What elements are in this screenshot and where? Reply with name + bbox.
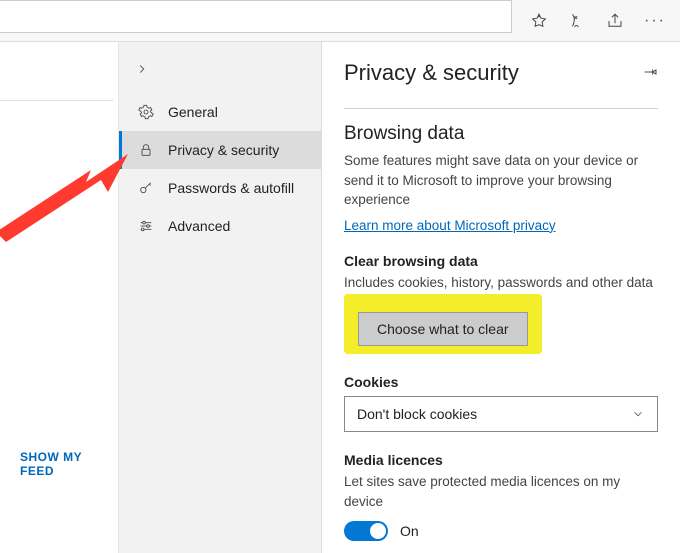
sliders-icon — [138, 218, 154, 234]
clear-data-desc: Includes cookies, history, passwords and… — [344, 273, 658, 293]
media-licences-desc: Let sites save protected media licences … — [344, 472, 658, 511]
share-icon[interactable] — [606, 12, 624, 30]
pin-icon[interactable] — [642, 64, 658, 83]
page-left-gutter: SHOW MY FEED — [0, 42, 119, 553]
cookies-heading: Cookies — [344, 374, 658, 390]
cookies-select[interactable]: Don't block cookies — [344, 396, 658, 432]
settings-sidebar: General Privacy & security Passwords & a… — [119, 42, 322, 553]
sidebar-item-advanced[interactable]: Advanced — [119, 207, 321, 245]
privacy-learn-more-link[interactable]: Learn more about Microsoft privacy — [344, 218, 556, 233]
sidebar-item-privacy-security[interactable]: Privacy & security — [119, 131, 321, 169]
sidebar-item-label: Passwords & autofill — [168, 180, 294, 196]
lock-icon — [138, 142, 154, 158]
clear-data-heading: Clear browsing data — [344, 253, 658, 269]
more-icon[interactable]: ··· — [644, 12, 666, 30]
gear-icon — [138, 104, 154, 120]
media-licences-heading: Media licences — [344, 452, 658, 468]
page-title: Privacy & security — [344, 60, 519, 86]
show-my-feed-link[interactable]: SHOW MY FEED — [20, 450, 118, 478]
key-icon — [138, 180, 154, 196]
reading-list-icon[interactable] — [568, 12, 586, 30]
sidebar-item-label: Privacy & security — [168, 142, 279, 158]
browser-toolbar: ··· — [0, 0, 680, 42]
browsing-data-heading: Browsing data — [344, 123, 658, 145]
annotation-highlight: Choose what to clear — [344, 294, 542, 354]
choose-what-to-clear-button[interactable]: Choose what to clear — [358, 312, 528, 346]
address-bar[interactable] — [0, 0, 512, 33]
sidebar-item-label: General — [168, 104, 218, 120]
sidebar-item-label: Advanced — [168, 218, 230, 234]
nav-back-button[interactable] — [119, 56, 321, 93]
settings-content: Privacy & security Browsing data Some fe… — [322, 42, 680, 553]
chevron-down-icon — [631, 407, 645, 421]
favorites-star-icon[interactable] — [530, 12, 548, 30]
cookies-select-value: Don't block cookies — [357, 406, 477, 422]
sidebar-item-passwords-autofill[interactable]: Passwords & autofill — [119, 169, 321, 207]
sidebar-item-general[interactable]: General — [119, 93, 321, 131]
browsing-data-desc: Some features might save data on your de… — [344, 151, 658, 210]
media-licences-toggle-label: On — [400, 523, 419, 539]
media-licences-toggle[interactable] — [344, 521, 388, 541]
